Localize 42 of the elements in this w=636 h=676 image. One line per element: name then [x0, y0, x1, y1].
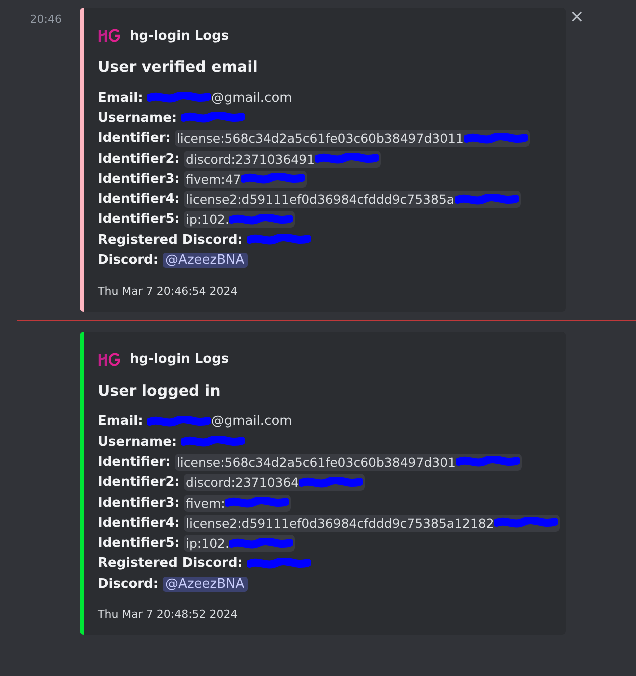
- field-label: Identifier2:: [98, 475, 180, 490]
- logo-icon: [98, 352, 122, 368]
- embed-title: User verified email: [98, 58, 259, 76]
- field-label: Discord:: [98, 576, 159, 592]
- embed-timestamp: Thu Mar 7 20:46:54 2024: [98, 284, 239, 298]
- field-label: Identifier4:: [98, 516, 180, 531]
- user-mention[interactable]: @AzeezBNA: [162, 576, 248, 592]
- field-value: discord:2371036491: [186, 152, 316, 167]
- field-value: discord:23710364: [186, 475, 300, 490]
- author-name: hg-login Logs: [130, 28, 230, 44]
- field-value: ip:102.: [186, 212, 230, 228]
- user-mention[interactable]: @AzeezBNA: [162, 253, 248, 268]
- field-label: Identifier3:: [98, 496, 180, 510]
- field-label: Identifier3:: [98, 172, 180, 187]
- field-value: @gmail.com: [211, 90, 292, 106]
- field-label: Email:: [98, 90, 144, 106]
- field-value: license:568c34d2a5c61fe03c60b38497d301: [176, 454, 456, 470]
- close-button[interactable]: ✕: [570, 8, 584, 28]
- field-label: Identifier:: [98, 131, 171, 146]
- field-value: fivem:47: [186, 172, 242, 187]
- field-value: license2:d59111ef0d36984cfddd9c75385a: [186, 192, 455, 208]
- field-label: Registered Discord:: [98, 556, 243, 572]
- field-label: Discord:: [98, 253, 159, 268]
- field-value: license2:d59111ef0d36984cfddd9c75385a12182: [186, 516, 494, 531]
- field-value: ip:102.: [186, 536, 230, 552]
- embed-timestamp: Thu Mar 7 20:48:52 2024: [98, 608, 239, 622]
- field-value: @gmail.com: [211, 414, 292, 430]
- embed-title: User logged in: [98, 382, 222, 400]
- author-name: hg-login Logs: [130, 352, 230, 368]
- field-value: license:568c34d2a5c61fe03c60b38497d3011: [176, 131, 464, 146]
- field-label: Identifier4:: [98, 192, 180, 208]
- field-label: Identifier2:: [98, 152, 180, 167]
- field-label: Email:: [98, 414, 144, 430]
- field-label: Username:: [98, 110, 178, 126]
- field-label: Identifier5:: [98, 212, 180, 228]
- field-label: Registered Discord:: [98, 232, 243, 248]
- field-label: Identifier:: [98, 454, 171, 470]
- field-label: Identifier5:: [98, 536, 180, 552]
- logo-icon: [98, 28, 122, 44]
- message-time: 20:46: [29, 13, 63, 26]
- field-label: Username:: [98, 434, 178, 450]
- field-value: fivem:: [186, 496, 226, 510]
